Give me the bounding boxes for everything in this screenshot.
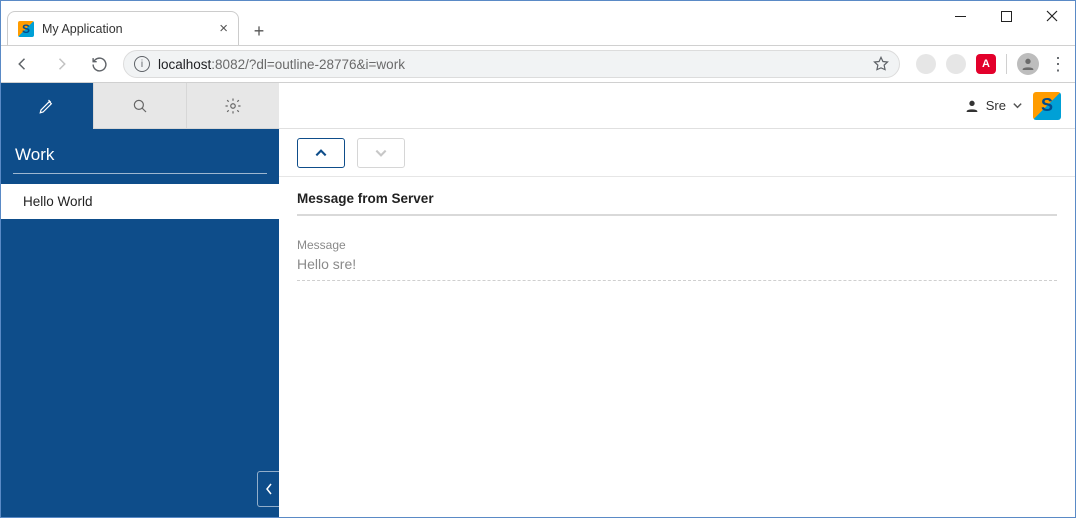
browser-menu-button[interactable]: ⋮: [1049, 54, 1067, 75]
chevron-down-icon: [1012, 100, 1023, 111]
tab-title: My Application: [42, 22, 211, 36]
person-icon: [964, 98, 980, 114]
address-bar[interactable]: i localhost:8082/?dl=outline-28776&i=wor…: [123, 50, 900, 78]
window-titlebar: My Application × +: [1, 1, 1075, 45]
window-minimize-button[interactable]: [937, 1, 983, 31]
url-text: localhost:8082/?dl=outline-28776&i=work: [158, 57, 865, 72]
content-panel: Message from Server Message Hello sre!: [279, 177, 1075, 299]
search-icon: [131, 97, 149, 115]
back-button[interactable]: [9, 50, 37, 78]
extension-icon[interactable]: [916, 54, 936, 74]
reload-button[interactable]: [85, 50, 113, 78]
browser-toolbar: i localhost:8082/?dl=outline-28776&i=wor…: [1, 45, 1075, 83]
app-logo-icon: [1033, 92, 1061, 120]
username-label: Sre: [986, 98, 1006, 113]
sidebar-tab-edit[interactable]: [1, 83, 93, 129]
user-menu[interactable]: Sre: [964, 98, 1023, 114]
browser-tabstrip: My Application × +: [7, 8, 273, 45]
main-area: Sre Message from Server Message Hello sr…: [279, 83, 1075, 517]
sidebar: Work Hello World: [1, 83, 279, 517]
field-label-message: Message: [297, 238, 1057, 252]
sidebar-item-hello-world[interactable]: Hello World: [1, 184, 279, 219]
sidebar-tabs: [1, 83, 279, 129]
forward-button[interactable]: [47, 50, 75, 78]
favicon-icon: [18, 21, 34, 37]
window-close-button[interactable]: [1029, 1, 1075, 31]
extension-icon[interactable]: [976, 54, 996, 74]
card-title: Message from Server: [297, 191, 1057, 206]
record-nav-row: [279, 129, 1075, 177]
sidebar-section-title: Work: [1, 129, 279, 173]
profile-avatar-icon[interactable]: [1017, 53, 1039, 75]
url-host: localhost: [158, 57, 211, 72]
toolbar-divider: [1006, 54, 1007, 74]
next-record-button[interactable]: [357, 138, 405, 168]
field-value-message: Hello sre!: [297, 256, 1057, 281]
url-path: :8082/?dl=outline-28776&i=work: [211, 57, 405, 72]
extension-icon[interactable]: [946, 54, 966, 74]
window-maximize-button[interactable]: [983, 1, 1029, 31]
app-topbar: Sre: [279, 83, 1075, 129]
sidebar-underline: [13, 173, 267, 174]
chevron-down-icon: [374, 146, 388, 160]
close-tab-icon[interactable]: ×: [219, 20, 228, 37]
sidebar-tab-settings[interactable]: [186, 83, 279, 129]
bookmark-star-icon[interactable]: [873, 56, 889, 72]
app-root: Work Hello World Sre Message from Serv: [1, 83, 1075, 517]
pencil-icon: [38, 97, 56, 115]
gear-icon: [224, 97, 242, 115]
sidebar-tab-search[interactable]: [93, 83, 186, 129]
site-info-icon[interactable]: i: [134, 56, 150, 72]
chevron-left-icon: [265, 483, 273, 495]
prev-record-button[interactable]: [297, 138, 345, 168]
chevron-up-icon: [314, 146, 328, 160]
browser-tab[interactable]: My Application ×: [7, 11, 239, 45]
sidebar-collapse-button[interactable]: [257, 471, 279, 507]
card-divider: [297, 214, 1057, 216]
new-tab-button[interactable]: +: [245, 17, 273, 45]
